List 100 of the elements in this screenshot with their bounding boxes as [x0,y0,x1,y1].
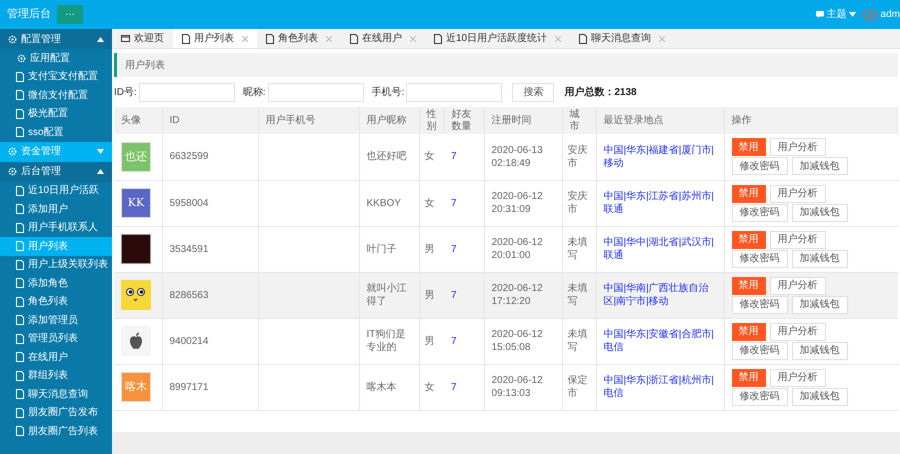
sidebar-item[interactable]: 朋友圈广告列表 [0,422,112,440]
sidebar-item[interactable]: 添加用户 [0,200,112,218]
table-cell: 未填写 [562,318,596,364]
table-cell: 未填写 [562,272,596,318]
action-button[interactable]: 用户分析 [770,184,826,202]
table-row[interactable]: 9400214 IT狗们是专业的 男 7 2020-06-12 15:05:08 未填写 中国|华东|安徽省|合肥市|电信 禁用 用户分析 修改密码 加减钱包 [114,318,898,364]
location-link[interactable]: 中国|华东|浙江省|杭州市|电信 [596,364,724,410]
table-cell-text: 09:13:03 [492,387,532,400]
table-row[interactable]: 3534591 叶门子 男 7 2020-06-12 20:01:00 未填写 中国|华中|湖北省|武汉市|联通 禁用 用户分析 修改密码 加减钱包 [114,226,898,272]
sidebar-group-header[interactable]: 后台管理 [0,162,112,182]
sidebar-item[interactable]: 群组列表 [0,366,112,385]
sidebar-item[interactable]: 角色列表 [0,292,112,311]
table-cell: 男 [419,272,444,318]
page-icon [16,389,24,400]
table-cell: 安庆市 [562,134,596,180]
action-button[interactable]: 用户分析 [770,368,826,386]
table-row[interactable]: KK 5958004 KKBOY 女 7 2020-06-12 20:31:09 安庆市 中国|华东|江苏省|苏州市|联通 禁用 用户分析 修改密码 加减钱包 [114,180,898,226]
table-cell: 也还好吧 [359,134,419,180]
action-button[interactable]: 用户分析 [770,322,826,340]
tab[interactable]: 在线用户 [341,29,425,48]
menu-toggle-button[interactable]: ··· [57,5,83,24]
sidebar-item[interactable]: 添加管理员 [0,311,112,330]
page-icon [16,241,24,252]
location-link[interactable]: 中国|华东|江苏省|苏州市|联通 [596,180,724,226]
location-link[interactable]: 中国|华东|安徽省|合肥市|电信 [596,318,724,364]
sidebar-item[interactable]: 微信支付配置 [0,86,112,104]
action-button[interactable]: 加减钱包 [792,157,848,176]
close-icon[interactable] [410,36,416,42]
action-button[interactable]: 用户分析 [770,138,826,156]
page-icon [16,296,24,307]
page-icon [16,222,24,233]
page-icon [16,278,24,288]
page-icon [266,34,274,44]
action-button[interactable]: 修改密码 [732,204,788,222]
sidebar-item[interactable]: 管理员列表 [0,330,112,348]
filter-label: 昵称: [242,86,266,100]
table-cell: 9400214 [162,318,258,364]
table-cell: 7 [444,272,484,318]
action-button[interactable]: 加减钱包 [792,250,848,268]
tab[interactable]: 欢迎页 [112,29,173,48]
tab[interactable]: 近10日用户活跃度统计 [425,29,570,48]
table-cell: 7 [444,364,484,410]
table-row[interactable]: 喀木 8997171 喀木本 女 7 2020-06-12 09:13:03 保定市 中国|华东|浙江省|杭州市|电信 禁用 用户分析 修改密码 加减钱包 [114,364,898,410]
page-icon [16,72,24,82]
page-icon [579,34,588,44]
action-button[interactable]: 加减钱包 [792,204,848,222]
sidebar-item[interactable]: 极光配置 [0,104,112,123]
table-cell: 7 [444,226,484,272]
sidebar-item[interactable]: 在线用户 [0,348,112,366]
location-link[interactable]: 中国|华南|广西壮族自治区|南宁市|移动 [596,272,724,318]
location-link[interactable]: 中国|华东|福建省|厦门市|移动 [596,134,724,180]
sidebar-item[interactable]: 近10日用户活跃 [0,182,112,200]
filter-input[interactable] [268,82,364,102]
table-cell: 男 [419,318,444,364]
action-button[interactable]: 加减钱包 [792,296,848,314]
location-link[interactable]: 中国|华中|湖北省|武汉市|联通 [596,226,724,272]
gear-icon [8,34,17,44]
page-icon [16,204,24,214]
sidebar-item[interactable]: 聊天消息查询 [0,385,112,404]
table-row[interactable]: 8286563 就叫小江得了 男 7 2020-06-12 17:12:20 未填写 中国|华南|广西壮族自治区|南宁市|移动 禁用 用户分析 修改密码 加减钱包 [114,272,898,318]
close-icon[interactable] [242,36,248,42]
action-button[interactable]: 修改密码 [732,250,788,268]
action-button[interactable]: 加减钱包 [792,342,848,360]
sidebar-item[interactable]: 用户上级关联列表 [0,256,112,274]
page-icon [16,90,24,100]
close-icon[interactable] [659,36,666,42]
close-icon[interactable] [326,36,332,42]
sidebar-group-header[interactable]: 配置管理 [0,29,112,49]
sidebar-item[interactable]: 用户手机联系人 [0,218,112,237]
sidebar-item[interactable]: 应用配置 [0,49,112,68]
action-button[interactable]: 修改密码 [732,157,788,176]
page-icon [182,34,190,44]
avatar: 喀木 [121,372,151,402]
search-button[interactable]: 搜索 [512,82,554,102]
sidebar-item[interactable]: 支付宝支付配置 [0,68,112,86]
table-row[interactable]: 也还 6632599 也还好吧 女 7 2020-06-13 02:18:49 安庆市 中国|华东|福建省|厦门市|移动 禁用 用户分析 修改密码 加减钱包 [114,134,898,180]
tab[interactable]: 聊天消息查询 [570,29,674,48]
table-cell: 5958004 [162,180,258,226]
caret-icon [97,36,104,42]
action-button[interactable]: 加减钱包 [792,388,848,406]
action-button[interactable]: 修改密码 [732,296,788,314]
table-cell: IT狗们是专业的 [359,318,419,364]
caret-icon [97,169,104,174]
sidebar-item[interactable]: 添加角色 [0,274,112,292]
tab[interactable]: 角色列表 [257,29,341,48]
table-cell: 男 [419,226,444,272]
filter-input[interactable] [406,82,502,102]
action-button[interactable]: 用户分析 [770,230,826,248]
sidebar-item[interactable]: sso配置 [0,123,112,142]
action-button[interactable]: 修改密码 [732,342,788,360]
tab[interactable]: 用户列表 [173,29,257,48]
gear-icon [8,167,17,176]
table-cell: 8286563 [162,272,258,318]
action-button[interactable]: 用户分析 [770,276,826,294]
sidebar-item[interactable]: 朋友圈广告发布 [0,404,112,422]
table-cell-text: 2020-06-13 [492,144,544,157]
action-button[interactable]: 修改密码 [732,388,788,406]
table-cell: 6632599 [162,134,258,180]
close-icon[interactable] [555,36,562,42]
filter-input[interactable] [138,82,235,102]
